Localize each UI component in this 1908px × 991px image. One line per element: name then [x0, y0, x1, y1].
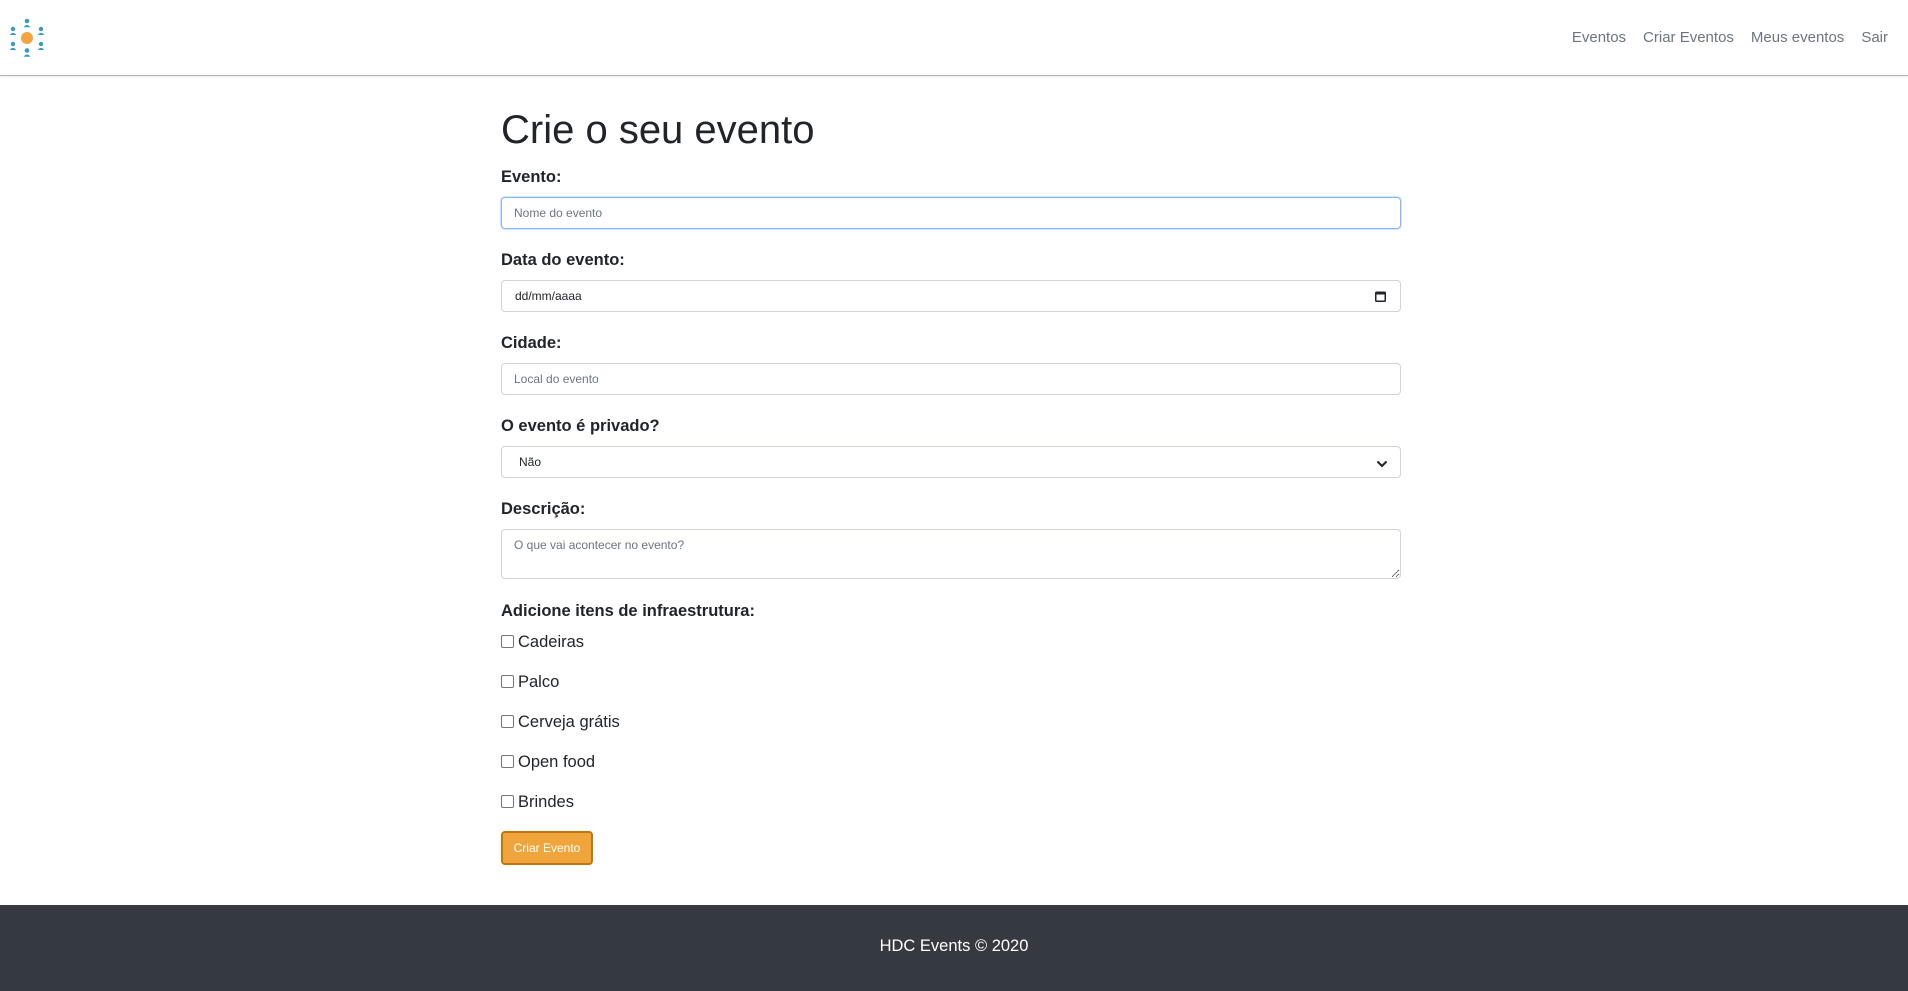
nav-link-sair[interactable]: Sair [1861, 29, 1888, 46]
event-date-label: Data do evento: [501, 251, 625, 269]
nav-link-meus-eventos[interactable]: Meus eventos [1751, 29, 1844, 46]
chevron-down-icon [1376, 457, 1388, 469]
footer-copyright: HDC Events © 2020 [879, 937, 1029, 955]
page-title: Crie o seu evento [501, 108, 815, 152]
checkbox-row-cadeiras[interactable]: Cadeiras [501, 632, 1401, 652]
description-label: Descrição: [501, 500, 586, 518]
create-event-button[interactable]: Criar Evento [501, 831, 593, 865]
checkbox-label: Cadeiras [518, 633, 585, 651]
infra-label: Adicione itens de infraestrutura: [501, 602, 755, 620]
checkbox-cerveja[interactable] [501, 715, 514, 728]
private-label: O evento é privado? [501, 417, 660, 435]
footer: HDC Events © 2020 [0, 905, 1908, 991]
checkbox-label: Open food [518, 753, 596, 771]
checkbox-label: Palco [518, 673, 560, 691]
event-people-logo-icon[interactable] [6, 17, 48, 59]
infra-checklist: Cadeiras Palco Cerveja grátis Open food … [501, 632, 1401, 812]
checkbox-cadeiras[interactable] [501, 635, 514, 648]
event-date-input[interactable]: dd/mm/aaaa [501, 280, 1401, 312]
private-select-value: Não [519, 455, 542, 469]
main-nav: Eventos Criar Eventos Meus eventos Sair [1572, 0, 1888, 74]
calendar-icon[interactable] [1374, 290, 1387, 303]
checkbox-open-food[interactable] [501, 755, 514, 768]
checkbox-row-open-food[interactable]: Open food [501, 752, 1401, 772]
event-name-input[interactable] [501, 197, 1401, 229]
top-navbar: Eventos Criar Eventos Meus eventos Sair [0, 0, 1908, 76]
checkbox-label: Brindes [518, 793, 574, 811]
event-name-label: Evento: [501, 168, 562, 186]
checkbox-row-brindes[interactable]: Brindes [501, 792, 1401, 812]
date-placeholder: dd/mm/aaaa [515, 289, 582, 303]
checkbox-palco[interactable] [501, 675, 514, 688]
description-textarea[interactable] [501, 529, 1401, 579]
private-select[interactable]: Não [501, 446, 1401, 478]
checkbox-row-palco[interactable]: Palco [501, 672, 1401, 692]
create-event-form: Crie o seu evento Evento: Data do evento… [501, 104, 1401, 865]
checkbox-row-cerveja[interactable]: Cerveja grátis [501, 712, 1401, 732]
checkbox-brindes[interactable] [501, 795, 514, 808]
nav-link-eventos[interactable]: Eventos [1572, 29, 1626, 46]
checkbox-label: Cerveja grátis [518, 713, 620, 731]
city-input[interactable] [501, 363, 1401, 395]
nav-link-criar-eventos[interactable]: Criar Eventos [1643, 29, 1734, 46]
city-label: Cidade: [501, 334, 562, 352]
